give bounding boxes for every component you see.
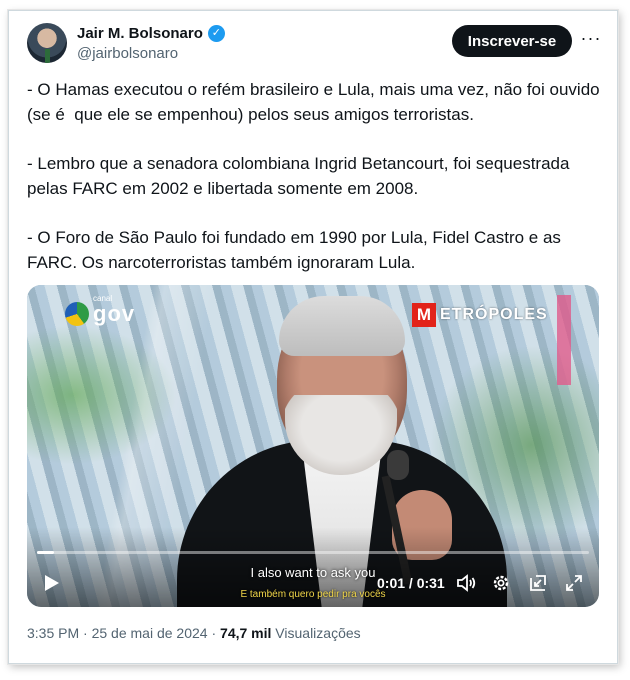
tweet-paragraph: - Lembro que a senadora colombiana Ingri…: [27, 154, 575, 198]
canal-gov-logo: canal gov: [65, 294, 135, 327]
play-icon[interactable]: [41, 573, 61, 593]
video-player[interactable]: canal gov M ETRÓPOLES I also want to ask…: [27, 285, 599, 607]
pip-icon[interactable]: [527, 572, 549, 594]
author-name[interactable]: Jair M. Bolsonaro: [77, 25, 203, 42]
tweet-text: - O Hamas executou o refém brasileiro e …: [27, 77, 607, 299]
fullscreen-icon[interactable]: [563, 572, 585, 594]
verified-badge-icon: ✓: [207, 25, 225, 42]
tweet-meta: 3:35 PM · 25 de mai de 2024 · 74,7 mil V…: [27, 625, 361, 641]
more-options-icon[interactable]: ···: [579, 27, 603, 53]
author-name-row[interactable]: Jair M. Bolsonaro ✓: [77, 25, 225, 42]
tweet-card: Jair M. Bolsonaro ✓ @jairbolsonaro Inscr…: [8, 10, 618, 664]
tweet-paragraph: - O Foro de São Paulo foi fundado em 199…: [27, 228, 566, 272]
views-count: 74,7 mil: [220, 625, 272, 641]
tweet-paragraph: - O Hamas executou o refém brasileiro e …: [27, 80, 605, 124]
video-time: 0:01 / 0:31: [377, 575, 445, 591]
volume-icon[interactable]: [455, 572, 477, 594]
video-caption-en: I also want to ask you: [250, 565, 376, 580]
subscribe-button[interactable]: Inscrever-se: [452, 25, 572, 57]
video-caption-pt: E também quero pedir pra vocês: [240, 589, 386, 600]
author-handle[interactable]: @jairbolsonaro: [77, 45, 178, 62]
views-label: Visualizações: [271, 625, 361, 641]
metropoles-logo: M ETRÓPOLES: [412, 303, 548, 327]
tweet-time[interactable]: 3:35 PM: [27, 625, 79, 641]
tweet-date[interactable]: 25 de mai de 2024: [92, 625, 208, 641]
settings-icon[interactable]: [490, 572, 512, 594]
video-progress-fill: [37, 551, 54, 554]
microphone: [387, 450, 409, 480]
video-progress-bar[interactable]: [37, 551, 589, 554]
avatar[interactable]: [27, 23, 67, 63]
